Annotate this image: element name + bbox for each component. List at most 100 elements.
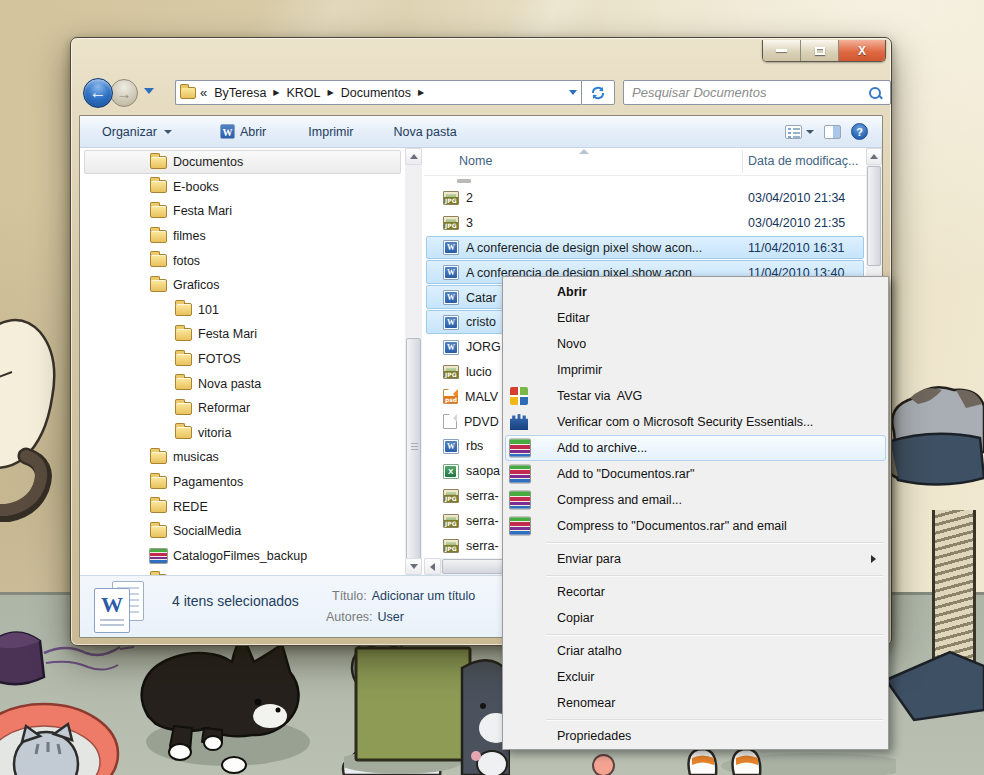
file-row[interactable]: A conferencia de design pixel show acon.… [424,236,866,261]
breadcrumb-item[interactable]: Documentos ▶ [338,86,428,100]
column-header-date[interactable]: Data de modificaç... [748,154,858,168]
sidebar-item[interactable]: 101 [80,298,405,323]
context-menu-item[interactable]: Add to archive... [503,435,888,461]
open-button[interactable]: Abrir [220,124,266,139]
context-menu-item[interactable]: Compress and email... [503,487,888,513]
refresh-icon [590,85,606,101]
sidebar-scrollbar[interactable] [405,148,422,575]
file-name: cristo [459,315,496,329]
folder-icon [175,303,192,316]
context-menu-item[interactable]: Abrir [503,279,888,305]
context-menu-item[interactable]: Testar via AVG [503,383,888,409]
sidebar-item[interactable]: Graficos [80,273,405,298]
context-menu-item[interactable] [503,716,888,723]
authors-value[interactable]: User [373,610,404,624]
search-input[interactable]: Pesquisar Documentos [623,80,891,105]
search-icon[interactable] [868,86,882,100]
context-menu-item[interactable] [503,631,888,638]
address-bar: ← → « ByTeresa ▶ KROL ▶ Documentos [83,78,879,108]
print-button[interactable]: Imprimir [308,125,353,139]
file-icon [457,179,471,183]
sidebar-item[interactable]: Reformar [80,396,405,421]
scroll-left-button[interactable] [424,558,441,575]
folder-icon [175,328,192,341]
change-view-button[interactable] [785,125,814,139]
sidebar-item[interactable]: Pagamentos [80,470,405,495]
caption-buttons: X [762,40,886,62]
menu-item-label: Propriedades [557,729,631,743]
context-menu: Abrir Editar Novo Imprimir Testar via AV… [502,276,889,750]
context-menu-item[interactable]: Criar atalho [503,638,888,664]
context-menu-item[interactable]: Verificar com o Microsoft Security Essen… [503,409,888,435]
context-menu-item[interactable]: Renomear [503,690,888,716]
context-menu-item[interactable]: Enviar para [503,546,888,572]
preview-pane-button[interactable] [824,125,841,139]
refresh-button[interactable] [581,80,615,105]
scroll-up-button[interactable] [405,148,422,165]
minimize-button[interactable] [763,40,801,61]
file-row[interactable] [424,176,866,186]
file-row[interactable]: 3 03/04/2010 21:35 [424,211,866,236]
context-menu-item[interactable] [503,539,888,546]
file-name: 3 [459,216,473,230]
title-value[interactable]: Adicionar um título [367,589,476,603]
folder-icon [175,402,192,415]
sidebar-item[interactable]: Nova pasta [80,371,405,396]
scrollbar-thumb[interactable] [867,166,881,266]
context-menu-item[interactable]: Imprimir [503,357,888,383]
context-menu-item[interactable]: Excluir [503,664,888,690]
breadcrumb-overflow-chevron[interactable]: « [200,85,207,100]
breadcrumb-separator-icon[interactable]: ▶ [269,88,283,97]
submenu-arrow-icon [871,555,876,563]
help-button[interactable]: ? [851,123,868,140]
breadcrumb-separator-icon[interactable]: ▶ [414,88,428,97]
sidebar-item[interactable]: fotos [80,248,405,273]
context-menu-item[interactable] [503,572,888,579]
new-folder-button[interactable]: Nova pasta [393,125,456,139]
sidebar-item[interactable] [80,568,405,575]
sidebar-item[interactable]: vitoria [80,421,405,446]
sidebar-item[interactable]: filmes [80,224,405,249]
file-icon [443,439,459,454]
sidebar-item[interactable]: REDE [80,494,405,519]
maximize-button[interactable] [801,40,839,61]
forward-button[interactable]: → [110,79,138,107]
context-menu-item[interactable]: Compress to "Documentos.rar" and email [503,513,888,539]
scrollbar-thumb[interactable] [406,338,421,563]
context-menu-item[interactable]: Recortar [503,579,888,605]
sidebar-item[interactable]: Documentos [80,150,405,175]
close-button[interactable]: X [839,40,885,61]
context-menu-item[interactable]: Novo [503,331,888,357]
menu-item-label: Imprimir [557,363,602,377]
folder-icon [150,500,167,513]
organize-button[interactable]: Organizar [102,125,172,139]
sidebar-item[interactable]: Festa Mari [80,199,405,224]
views-icon [785,125,802,139]
sidebar-item[interactable]: SocialMedia [80,519,405,544]
context-menu-item[interactable]: Copiar [503,605,888,631]
sidebar-item[interactable]: CatalogoFilmes_backup [80,544,405,569]
recent-pages-dropdown-icon[interactable] [144,88,154,94]
sidebar-item[interactable]: Festa Mari [80,322,405,347]
context-menu-item[interactable]: Propriedades [503,723,888,749]
menu-item-label: Enviar para [557,552,621,566]
context-menu-item[interactable]: Add to "Documentos.rar" [503,461,888,487]
back-button[interactable]: ← [83,78,113,108]
file-row[interactable]: 2 03/04/2010 21:34 [424,186,866,211]
black-cat [128,628,328,775]
context-menu-item[interactable]: Editar [503,305,888,331]
sidebar-item[interactable]: musicas [80,445,405,470]
column-header-name[interactable]: Nome [459,154,492,168]
address-field[interactable]: « ByTeresa ▶ KROL ▶ Documentos ▶ [175,80,581,105]
scroll-up-button[interactable] [866,148,882,165]
breadcrumb-item[interactable]: KROL ▶ [284,86,338,100]
address-dropdown-icon[interactable] [569,90,577,95]
menu-item-label: Recortar [557,585,605,599]
sidebar-item[interactable]: E-books [80,175,405,200]
breadcrumb-separator-icon[interactable]: ▶ [324,88,338,97]
sidebar-item[interactable]: FOTOS [80,347,405,372]
scroll-down-button[interactable] [405,558,422,575]
sidebar-item-label: Nova pasta [192,377,261,391]
breadcrumb-item[interactable]: ByTeresa ▶ [211,86,283,100]
file-icon [443,240,459,255]
